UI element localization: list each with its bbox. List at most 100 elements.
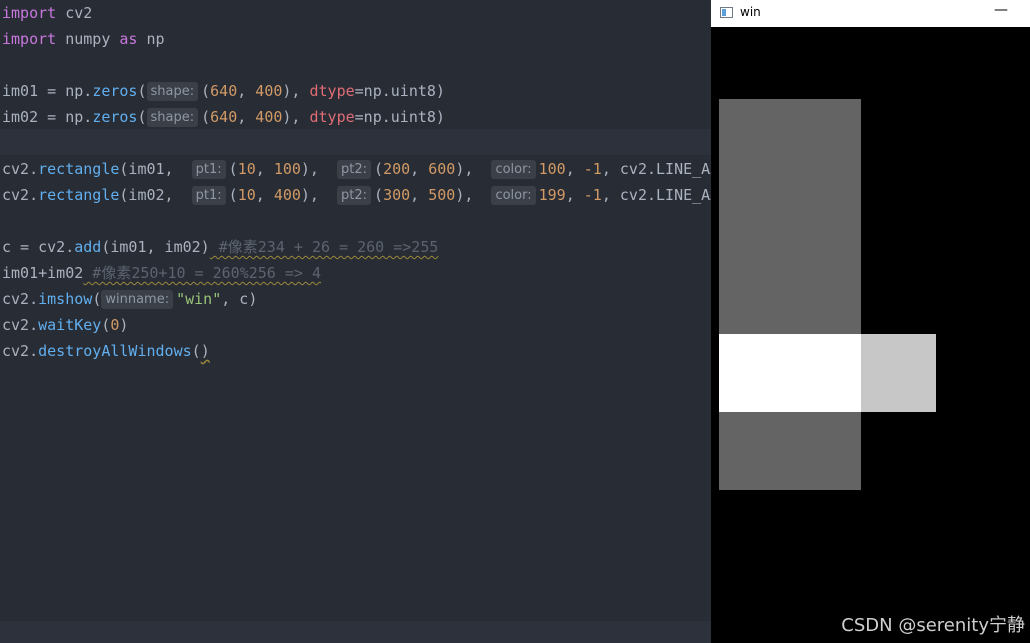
code-token: 199 — [538, 186, 566, 204]
code-token: im02 = np. — [2, 108, 93, 126]
code-token: (im02, — [119, 186, 192, 204]
code-token: cv2. — [2, 186, 39, 204]
code-token: , c) — [221, 290, 258, 308]
code-token: np — [137, 30, 165, 48]
code-token: , cv2.LINE_AA) — [601, 186, 711, 204]
code-line[interactable] — [2, 130, 711, 156]
overlap-rect — [718, 333, 861, 412]
code-line[interactable]: cv2.waitKey(0) — [2, 312, 711, 338]
minimize-button[interactable]: — — [994, 2, 1008, 18]
code-token: zeros — [92, 82, 138, 100]
app-window-icon — [720, 7, 733, 18]
code-token: 640 — [210, 82, 238, 100]
code-token: 400 — [255, 82, 283, 100]
code-token: import — [2, 4, 57, 22]
code-token: im01+im02 — [2, 264, 84, 282]
code-token: ), — [455, 186, 492, 204]
code-line[interactable] — [2, 208, 711, 234]
code-token: cv2. — [2, 342, 39, 360]
code-comment: #像素234 + 26 = 260 =>255 — [209, 238, 439, 256]
code-token: 100 — [538, 160, 566, 178]
code-token: ), — [282, 108, 310, 126]
code-line[interactable]: import cv2 — [2, 0, 711, 26]
code-token: ), — [300, 186, 338, 204]
code-token: rectangle — [38, 160, 120, 178]
code-token: ( — [374, 160, 384, 178]
code-token: ( — [228, 186, 238, 204]
code-token: ( — [191, 342, 201, 360]
code-token: , — [255, 186, 274, 204]
window-title: win — [740, 5, 761, 19]
code-token: 400 — [273, 186, 301, 204]
code-token: ( — [92, 290, 102, 308]
param-hint: pt1: — [191, 186, 226, 205]
param-hint: pt2: — [337, 186, 372, 205]
code-line[interactable]: cv2.rectangle(im02, pt1: (10, 400), pt2:(… — [2, 182, 711, 208]
code-token: (im01, im02) — [101, 238, 210, 256]
code-token: , — [565, 186, 584, 204]
code-line[interactable]: im02 = np.zeros(shape: (640, 400), dtype=… — [2, 104, 711, 130]
code-token: dtype — [309, 82, 355, 100]
code-token: (im01, — [119, 160, 192, 178]
code-token: ( — [374, 186, 384, 204]
code-token: rectangle — [38, 186, 120, 204]
code-line[interactable]: cv2.imshow(winname: "win", c) — [2, 286, 711, 312]
code-token: , — [565, 160, 584, 178]
code-token: add — [74, 238, 102, 256]
opencv-window[interactable]: win — CSDN @serenity宁静 — [711, 0, 1030, 643]
code-comment: #像素250+10 = 260%256 => 4 — [83, 264, 321, 282]
code-token: ), — [282, 82, 310, 100]
code-token: c = cv2. — [2, 238, 75, 256]
param-hint: winname: — [101, 290, 174, 309]
code-token: im01 = np. — [2, 82, 93, 100]
code-token: , — [237, 82, 256, 100]
code-token: ( — [137, 108, 147, 126]
code-token: cv2. — [2, 316, 39, 334]
code-token: import — [2, 30, 57, 48]
code-token: -1 — [583, 160, 602, 178]
code-token: , — [237, 108, 256, 126]
code-token: ( — [201, 108, 211, 126]
code-token: ( — [201, 82, 211, 100]
code-token: dtype — [309, 108, 355, 126]
code-line[interactable]: c = cv2.add(im01, im02) #像素234 + 26 = 26… — [2, 234, 711, 260]
code-token: -1 — [583, 186, 602, 204]
code-token: , — [410, 186, 429, 204]
window-titlebar[interactable]: win — — [711, 0, 1030, 27]
code-line[interactable]: cv2.destroyAllWindows() — [2, 338, 711, 364]
code-token: as — [119, 30, 138, 48]
code-token: 400 — [255, 108, 283, 126]
code-token: zeros — [92, 108, 138, 126]
code-token: ( — [228, 160, 238, 178]
code-token: 10 — [237, 186, 256, 204]
code-token: 300 — [383, 186, 411, 204]
code-token: ), — [455, 160, 492, 178]
param-hint: color: — [491, 160, 536, 179]
code-token: 600 — [428, 160, 456, 178]
code-token: cv2 — [56, 4, 93, 22]
code-token: cv2. — [2, 160, 39, 178]
code-token: cv2. — [2, 290, 39, 308]
code-token: =np.uint8) — [354, 82, 445, 100]
code-line[interactable]: im01+im02 #像素250+10 = 260%256 => 4 — [2, 260, 711, 286]
code-line[interactable]: im01 = np.zeros(shape: (640, 400), dtype=… — [2, 78, 711, 104]
code-token: , — [255, 160, 274, 178]
code-line[interactable] — [2, 52, 711, 78]
code-token: 200 — [383, 160, 411, 178]
code-line[interactable]: cv2.rectangle(im01, pt1: (10, 100), pt2:(… — [2, 156, 711, 182]
code-token: destroyAllWindows — [38, 342, 192, 360]
code-line[interactable]: import numpy as np — [2, 26, 711, 52]
code-token: ) — [200, 342, 210, 360]
code-token: 640 — [210, 108, 238, 126]
param-hint: color: — [491, 186, 536, 205]
code-token: 100 — [273, 160, 301, 178]
code-editor[interactable]: import cv2 import numpy as np im01 = np.z… — [0, 0, 711, 643]
param-hint: pt1: — [191, 160, 226, 179]
code-token: 10 — [237, 160, 256, 178]
code-token: numpy — [56, 30, 120, 48]
code-token: ( — [137, 82, 147, 100]
code-lines[interactable]: import cv2 import numpy as np im01 = np.z… — [2, 0, 711, 364]
im01-rect — [718, 99, 861, 490]
param-hint: shape: — [146, 108, 199, 127]
code-token: ) — [119, 316, 129, 334]
